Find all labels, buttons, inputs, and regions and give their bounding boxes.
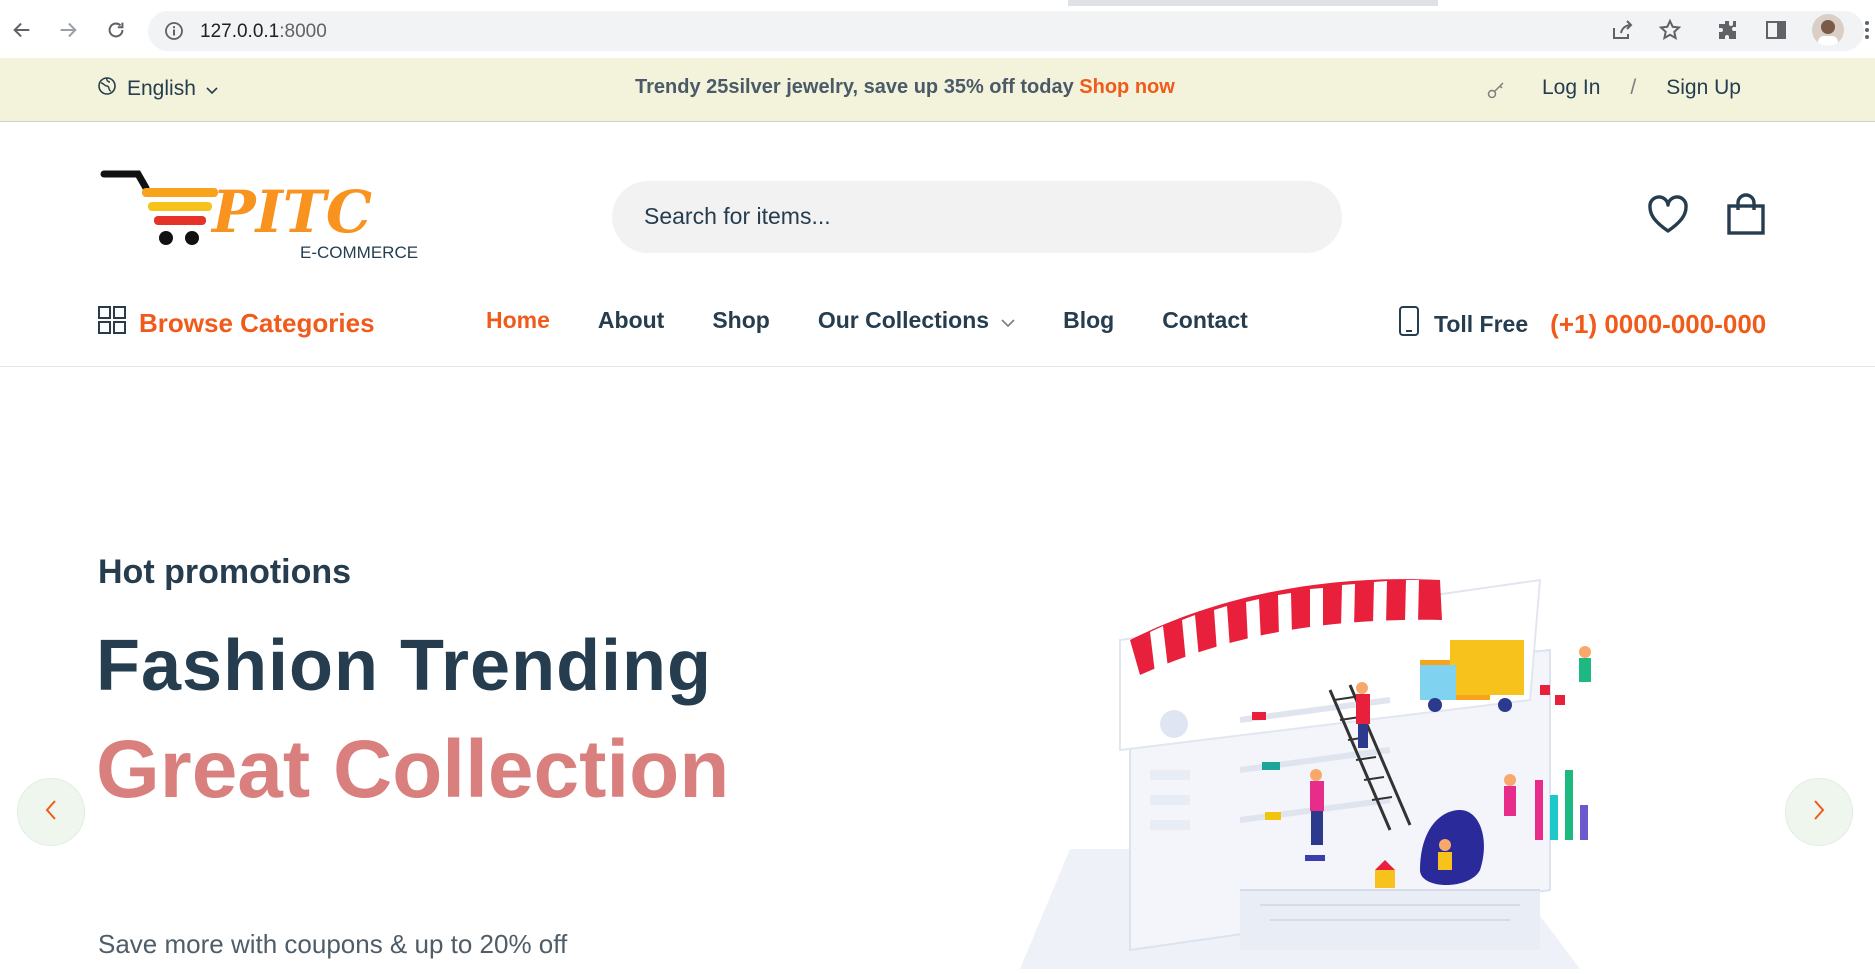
auth-links: Log In / Sign Up (1542, 76, 1741, 100)
hero-description: Save more with coupons & up to 20% off (98, 929, 568, 959)
browser-toolbar: 127.0.0.1:8000 (0, 0, 1875, 59)
signup-link[interactable]: Sign Up (1666, 76, 1741, 100)
site-info-icon[interactable] (164, 21, 184, 41)
main-navigation: Browse Categories Home About Shop Our Co… (0, 283, 1875, 367)
cart-bag-icon[interactable] (1724, 193, 1768, 237)
login-link[interactable]: Log In (1542, 76, 1600, 100)
hero-title: Fashion Trending (96, 626, 713, 706)
hero-store-illustration (980, 570, 1680, 969)
globe-icon (97, 76, 117, 102)
search-input[interactable]: Search for items... (612, 181, 1342, 253)
promo-message: Trendy 25silver jewelry, save up 35% off… (635, 76, 1175, 99)
nav-home[interactable]: Home (486, 307, 550, 334)
nav-our-collections[interactable]: Our Collections (818, 307, 1015, 334)
auth-separator: / (1630, 76, 1637, 99)
back-icon[interactable] (4, 12, 40, 48)
toll-free-label: Toll Free (1434, 310, 1529, 337)
logo-text: PITC (210, 178, 372, 246)
share-icon[interactable] (1608, 16, 1636, 44)
menu-icon[interactable] (1864, 20, 1870, 40)
address-bar[interactable]: 127.0.0.1:8000 (148, 11, 1864, 51)
tab-strip (0, 0, 1875, 6)
browse-categories-label: Browse Categories (139, 308, 375, 338)
menu-links: Home About Shop Our Collections Blog Con… (486, 307, 1248, 334)
extensions-icon[interactable] (1714, 16, 1742, 44)
chevron-down-icon (206, 77, 218, 101)
side-panel-icon[interactable] (1762, 16, 1790, 44)
bookmark-star-icon[interactable] (1656, 16, 1684, 44)
toll-free-number[interactable]: (+1) 0000-000-000 (1550, 309, 1766, 340)
language-label: English (127, 77, 196, 100)
browse-categories-button[interactable]: Browse Categories (97, 305, 375, 342)
profile-avatar[interactable] (1812, 14, 1844, 46)
nav-shop[interactable]: Shop (712, 307, 770, 334)
hero-headline: Great Collection (96, 724, 730, 815)
url-text: 127.0.0.1:8000 (200, 21, 327, 42)
grid-icon (97, 305, 127, 342)
search-placeholder: Search for items... (644, 203, 831, 229)
slider-next-button[interactable] (1785, 778, 1853, 846)
top-promo-bar: English Trendy 25silver jewelry, save up… (0, 58, 1875, 122)
nav-about[interactable]: About (598, 307, 664, 334)
chevron-down-icon (1001, 307, 1015, 334)
promo-text: Trendy 25silver jewelry, save up 35% off… (635, 76, 1080, 98)
chevron-right-icon (1812, 799, 1826, 826)
slider-prev-button[interactable] (17, 778, 85, 846)
wishlist-heart-icon[interactable] (1646, 193, 1690, 237)
nav-blog[interactable]: Blog (1063, 307, 1114, 334)
key-icon (1486, 80, 1506, 105)
chevron-left-icon (44, 799, 58, 826)
phone-icon (1398, 305, 1420, 343)
shop-now-link[interactable]: Shop now (1079, 76, 1175, 98)
nav-our-collections-label: Our Collections (817, 307, 990, 333)
reload-icon[interactable] (98, 12, 134, 48)
language-selector[interactable]: English (97, 76, 218, 102)
site-logo[interactable]: PITC E-COMMERCE (100, 170, 430, 262)
toll-free-contact: Toll Free (+1) 0000-000-000 (1398, 305, 1766, 343)
forward-icon[interactable] (50, 12, 86, 48)
logo-subtext: E-COMMERCE (300, 243, 418, 262)
hero-subtitle: Hot promotions (98, 553, 352, 591)
nav-contact[interactable]: Contact (1162, 307, 1248, 334)
